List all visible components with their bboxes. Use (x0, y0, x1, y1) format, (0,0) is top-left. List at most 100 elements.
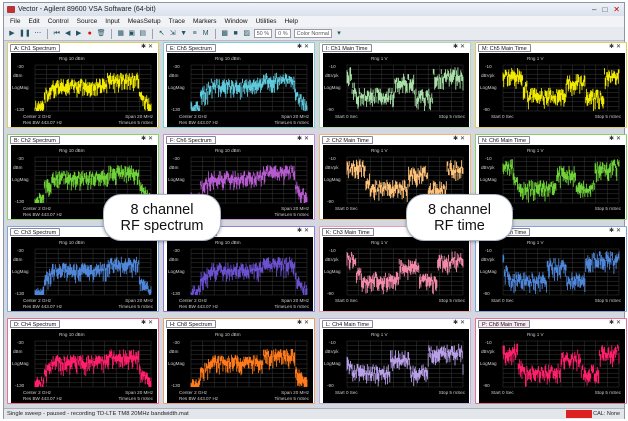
marker-icon[interactable]: ▼ (180, 29, 188, 39)
trace-pane[interactable]: H: Ch8 Spectrum ✱✕ Rng 10 dBm -30 dBm LogMag -… (163, 318, 315, 404)
menu-markers[interactable]: Markers (193, 16, 216, 27)
pane-controls[interactable]: ✱✕ (453, 43, 467, 52)
pane-controls[interactable]: ✱✕ (453, 319, 467, 328)
close-button[interactable]: ✕ (613, 4, 620, 15)
trace-pane[interactable]: D: Ch4 Spectrum ✱✕ Rng 10 dBm -30 dBm LogMag -… (7, 318, 159, 404)
menu-input[interactable]: Input (105, 16, 119, 27)
zoom-a-field[interactable]: 50 % (253, 29, 273, 38)
y-top-tick: -10 (329, 340, 336, 345)
maximize-button[interactable]: □ (602, 4, 607, 15)
color-icon[interactable]: ■ (232, 29, 240, 39)
trace-title[interactable]: B: Ch2 Spectrum (10, 136, 60, 144)
trace-plot[interactable]: Rng 1 V -10 dBVpk LogMag -90Start 0 Sec Stop … (479, 237, 625, 311)
pane-controls[interactable]: ✱✕ (297, 319, 311, 328)
menu-source[interactable]: Source (77, 16, 98, 27)
format-label: LogMag (324, 269, 341, 274)
zoom-icon[interactable]: ⇲ (169, 29, 177, 39)
trace-title[interactable]: A: Ch1 Spectrum (10, 44, 60, 52)
pane-controls[interactable]: ✱✕ (297, 227, 311, 236)
play-icon[interactable]: ▶ (8, 29, 16, 39)
pause-icon[interactable]: ❚❚ (19, 29, 31, 39)
trace-pane[interactable]: P: Ch8 Main Time ✱✕ Rng 1 V -10 dBVpk LogMag -… (475, 318, 627, 404)
trace-plot[interactable]: Rng 1 V -10 dBVpk LogMag -90Start 0 Sec Stop … (479, 329, 625, 403)
minimize-button[interactable]: – (592, 4, 596, 15)
forward-icon[interactable]: ▶ (75, 29, 83, 39)
marker-list-icon[interactable]: ≡ (191, 29, 199, 39)
layout-icon[interactable]: ▦ (117, 29, 125, 39)
trace-title[interactable]: I: Ch1 Main Time (322, 44, 372, 52)
trace-plot[interactable]: Rng 10 dBm -30 dBm LogMag -130 Center 2 GHzRe… (11, 329, 157, 403)
menu-utilities[interactable]: Utilities (256, 16, 277, 27)
y-bottom-tick: -130 (15, 199, 25, 204)
pane-controls[interactable]: ✱✕ (609, 135, 623, 144)
pane-controls[interactable]: ✱✕ (453, 135, 467, 144)
trace-title[interactable]: L: Ch4 Main Time (322, 320, 374, 328)
pane-controls[interactable]: ✱✕ (609, 319, 623, 328)
color-mode-select[interactable]: Color Normal (293, 29, 333, 38)
footer-left-2: Res BW 443.07 Hz (23, 304, 63, 309)
trace-title[interactable]: F: Ch6 Spectrum (166, 136, 216, 144)
record-icon[interactable]: ● (86, 29, 94, 39)
range-label: Rng 1 V (527, 240, 544, 245)
trash-icon[interactable]: 🗑 (97, 29, 106, 39)
range-label: Rng 10 dBm (59, 240, 85, 245)
step-icon[interactable]: ⋯ (34, 29, 42, 39)
y-bottom-tick: -90 (483, 383, 490, 388)
trace-pane[interactable]: E: Ch5 Spectrum ✱✕ Rng 10 dBm -30 dBm LogMag -… (163, 42, 315, 128)
y-unit-label: dBVpk (325, 165, 339, 170)
trace-pane[interactable]: A: Ch1 Spectrum ✱✕ Rng 10 dBm -30 dBm LogMag -… (7, 42, 159, 128)
pane-controls[interactable]: ✱✕ (609, 43, 623, 52)
pane-controls[interactable]: ✱✕ (609, 227, 623, 236)
trace-title[interactable]: N: Ch6 Main Time (478, 136, 531, 144)
rewind-icon[interactable]: ⏮ (53, 29, 61, 39)
trace-plot[interactable]: Rng 10 dBm -30 dBm LogMag -130 Center 2 GHzRe… (167, 329, 313, 403)
trace-plot[interactable]: Rng 10 dBm -30 dBm LogMag -130 Center 2 GHzRe… (11, 237, 157, 311)
format-label: LogMag (480, 177, 497, 182)
trace-pane[interactable]: M: Ch5 Main Time ✱✕ Rng 1 V -10 dBVpk LogMag -… (475, 42, 627, 128)
menu-control[interactable]: Control (48, 16, 69, 27)
grid-icon[interactable]: ▤ (139, 29, 147, 39)
pane-controls[interactable]: ✱✕ (297, 135, 311, 144)
trace-title[interactable]: P: Ch8 Main Time (478, 320, 530, 328)
trace-pane[interactable]: I: Ch1 Main Time ✱✕ Rng 1 V -10 dBVpk LogMag -… (319, 42, 471, 128)
trace-plot[interactable]: Rng 1 V -10 dBVpk LogMag -90Start 0 Sec Stop … (323, 237, 469, 311)
trace-title[interactable]: E: Ch5 Spectrum (166, 44, 216, 52)
trace-plot[interactable]: Rng 10 dBm -30 dBm LogMag -130 Center 2 GHzRe… (167, 53, 313, 127)
trace-title[interactable]: D: Ch4 Spectrum (10, 320, 61, 328)
trace-title[interactable]: J: Ch2 Main Time (322, 136, 373, 144)
menu-help[interactable]: Help (285, 16, 298, 27)
trace-title[interactable]: H: Ch8 Spectrum (166, 320, 217, 328)
range-label: Rng 1 V (371, 56, 388, 61)
y-unit-label: dBm (13, 349, 23, 354)
pane-controls[interactable]: ✱✕ (141, 319, 155, 328)
pointer-icon[interactable]: ↖ (158, 29, 166, 39)
pane-controls[interactable]: ✱✕ (141, 135, 155, 144)
chevron-down-icon[interactable]: ▾ (335, 29, 343, 39)
footer-left-2: Res BW 443.07 Hz (179, 396, 219, 401)
print-icon[interactable]: ▣ (128, 29, 136, 39)
trace-title[interactable]: K: Ch3 Main Time (322, 228, 374, 236)
trace-plot[interactable]: Rng 1 V -10 dBVpk LogMag -90Start 0 Sec Stop … (323, 329, 469, 403)
trace-title[interactable]: C: Ch3 Spectrum (10, 228, 61, 236)
pane-controls[interactable]: ✱✕ (141, 43, 155, 52)
title-bar[interactable]: Vector - Agilent 89600 VSA Software (64-… (4, 3, 624, 16)
back-icon[interactable]: ◀ (64, 29, 72, 39)
trace-plot[interactable]: Rng 1 V -10 dBVpk LogMag -90Start 0 Sec Stop … (479, 53, 625, 127)
menu-meassetup[interactable]: MeasSetup (128, 16, 161, 27)
trace-plot[interactable]: Rng 10 dBm -30 dBm LogMag -130 Center 2 GHzRe… (167, 237, 313, 311)
footer-right-1: Span 20 MHz (125, 298, 153, 303)
menu-trace[interactable]: Trace (169, 16, 185, 27)
trace-plot[interactable]: Rng 1 V -10 dBVpk LogMag -90Start 0 Sec Stop … (323, 53, 469, 127)
menu-file[interactable]: File (10, 16, 20, 27)
display-icon[interactable]: ▩ (221, 29, 229, 39)
marker-m-icon[interactable]: M (202, 29, 210, 39)
menu-edit[interactable]: Edit (28, 16, 39, 27)
trace-title[interactable]: M: Ch5 Main Time (478, 44, 531, 52)
zoom-b-field[interactable]: 0 % (275, 29, 291, 38)
menu-window[interactable]: Window (224, 16, 247, 27)
pane-controls[interactable]: ✱✕ (297, 43, 311, 52)
range-label: Rng 1 V (527, 332, 544, 337)
trace-plot[interactable]: Rng 10 dBm -30 dBm LogMag -130 Center 2 GHzRe… (11, 53, 157, 127)
palette-icon[interactable]: ▨ (243, 29, 251, 39)
trace-pane[interactable]: L: Ch4 Main Time ✱✕ Rng 1 V -10 dBVpk LogMag -… (319, 318, 471, 404)
